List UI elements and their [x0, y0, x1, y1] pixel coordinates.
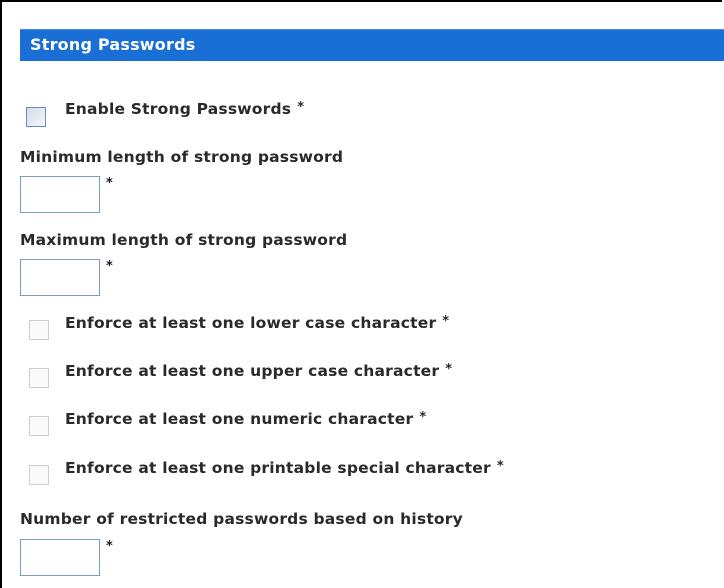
enable-strong-passwords-checkbox[interactable]: [26, 107, 46, 127]
required-mark: *: [419, 410, 427, 425]
lower-case-text: Enforce at least one lower case characte…: [65, 314, 437, 332]
history-label: Number of restricted passwords based on …: [20, 510, 463, 528]
history-input[interactable]: [20, 539, 100, 576]
special-char-text: Enforce at least one printable special c…: [65, 459, 491, 477]
max-length-input[interactable]: [20, 259, 100, 296]
numeric-label: Enforce at least one numeric character *: [65, 410, 426, 428]
required-mark: *: [445, 362, 453, 377]
upper-case-checkbox[interactable]: [29, 368, 49, 388]
panel-title: Strong Passwords: [30, 35, 196, 54]
history-required-mark: *: [106, 539, 113, 554]
lower-case-label: Enforce at least one lower case characte…: [65, 314, 449, 332]
required-mark: *: [496, 459, 504, 474]
enable-strong-passwords-label: Enable Strong Passwords *: [65, 100, 304, 118]
max-length-label: Maximum length of strong password: [20, 231, 348, 249]
required-mark: *: [297, 100, 305, 115]
numeric-checkbox[interactable]: [29, 416, 49, 436]
numeric-text: Enforce at least one numeric character: [65, 410, 414, 428]
min-length-input[interactable]: [20, 176, 100, 213]
max-length-required-mark: *: [106, 259, 113, 274]
special-char-checkbox[interactable]: [29, 465, 49, 485]
lower-case-checkbox[interactable]: [29, 320, 49, 340]
required-mark: *: [442, 314, 450, 329]
upper-case-text: Enforce at least one upper case characte…: [65, 362, 440, 380]
panel-header: Strong Passwords: [20, 29, 724, 61]
min-length-required-mark: *: [106, 176, 113, 191]
upper-case-label: Enforce at least one upper case characte…: [65, 362, 452, 380]
min-length-label: Minimum length of strong password: [20, 148, 344, 166]
special-char-label: Enforce at least one printable special c…: [65, 459, 504, 477]
panel-frame: [0, 0, 722, 588]
enable-strong-passwords-text: Enable Strong Passwords: [65, 100, 292, 118]
